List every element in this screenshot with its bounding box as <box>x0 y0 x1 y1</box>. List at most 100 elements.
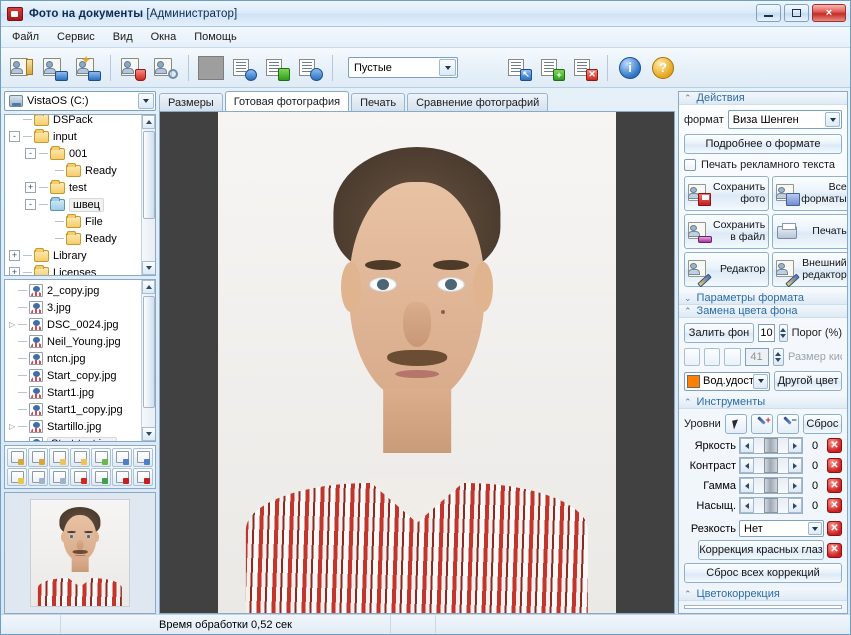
template-combo[interactable]: Пустые <box>348 57 458 78</box>
menu-item-view[interactable]: Вид <box>110 29 136 45</box>
tab-2[interactable]: Печать <box>351 93 405 111</box>
slider-reset-button[interactable]: ✕ <box>827 438 842 453</box>
list-item[interactable]: Start_copy.jpg <box>7 367 141 384</box>
editor-button[interactable]: Редактор <box>684 252 769 287</box>
tree-item[interactable]: +Licenses <box>7 264 141 276</box>
chevron-down-icon[interactable] <box>753 374 768 389</box>
save-to-file-button[interactable]: Сохранить в файл <box>684 214 769 249</box>
all-formats-button[interactable]: Все форматы <box>772 176 848 211</box>
tree-item[interactable]: Ready <box>7 162 141 179</box>
other-color-button[interactable]: Другой цвет <box>774 371 842 391</box>
photo-canvas[interactable] <box>159 111 675 614</box>
open-photo-button[interactable] <box>7 53 37 83</box>
section-header-bg-replace[interactable]: ⌃ Замена цвета фона <box>679 305 847 318</box>
brush-preset-3[interactable] <box>724 348 740 366</box>
chevron-down-icon[interactable] <box>138 93 154 109</box>
slider-right-arrow[interactable] <box>788 498 802 513</box>
tree-item[interactable]: +Library <box>7 247 141 264</box>
menu-item-help[interactable]: Помощь <box>191 29 240 45</box>
slider-left-arrow[interactable] <box>740 498 754 513</box>
folder-save-button[interactable] <box>70 448 90 467</box>
scroll-up-button[interactable] <box>142 280 155 294</box>
slider-left-arrow[interactable] <box>740 478 754 493</box>
add-row-button[interactable] <box>7 448 27 467</box>
eyedropper-minus-button[interactable]: − <box>777 414 799 434</box>
slider-thumb[interactable] <box>764 498 778 513</box>
sort-date-up-button[interactable] <box>133 468 153 487</box>
sharpness-reset-button[interactable]: ✕ <box>827 521 842 536</box>
search-photo-button[interactable] <box>151 53 181 83</box>
color-correction-field[interactable] <box>684 605 842 609</box>
slider-track[interactable] <box>739 457 803 474</box>
print-button[interactable]: Печать <box>772 214 848 249</box>
sort-date-down-button[interactable] <box>133 448 153 467</box>
eyedropper-plus-button[interactable]: + <box>751 414 773 434</box>
folder-open-button[interactable] <box>49 448 69 467</box>
list-settings-button[interactable] <box>229 53 259 83</box>
swap-button[interactable] <box>91 468 111 487</box>
brush-preset-2[interactable] <box>704 348 720 366</box>
chevron-down-icon[interactable] <box>808 522 822 535</box>
list-item[interactable]: Start1_copy.jpg <box>7 401 141 418</box>
folder-refresh-button[interactable] <box>91 448 111 467</box>
blank-button[interactable] <box>196 53 226 83</box>
redeye-reset-button[interactable]: ✕ <box>827 543 842 558</box>
sharpness-combo[interactable]: Нет <box>739 520 824 537</box>
list-remove-button[interactable]: ✕ <box>570 53 600 83</box>
threshold-stepper[interactable] <box>779 324 787 342</box>
levels-reset-button[interactable]: Сброс <box>803 414 842 434</box>
chevron-down-icon[interactable] <box>825 112 840 127</box>
tree-expander[interactable]: - <box>25 199 36 210</box>
reset-all-corrections-button[interactable]: Сброс всех коррекций <box>684 563 842 583</box>
list-item[interactable]: 2_copy.jpg <box>7 282 141 299</box>
capture-photo-button[interactable] <box>40 53 70 83</box>
tree-item[interactable]: -001 <box>7 145 141 162</box>
folder-tree[interactable]: DSPack-input-001Ready+test-швецFileReady… <box>4 114 156 276</box>
format-details-button[interactable]: Подробнее о формате <box>684 134 842 154</box>
delete-photo-button[interactable] <box>118 53 148 83</box>
tree-item[interactable]: -швец <box>7 196 141 213</box>
slider-right-arrow[interactable] <box>788 478 802 493</box>
tree-item[interactable]: -input <box>7 128 141 145</box>
new-photo-button[interactable]: ✦ <box>73 53 103 83</box>
sort-name-down-button[interactable] <box>112 448 132 467</box>
info-button[interactable]: i <box>615 53 645 83</box>
section-header-actions[interactable]: ⌃ Действия <box>679 92 847 105</box>
slider-thumb[interactable] <box>764 458 778 473</box>
menu-item-file[interactable]: Файл <box>9 29 42 45</box>
chevron-down-icon[interactable] <box>439 59 456 76</box>
list-select-button[interactable]: ↖ <box>504 53 534 83</box>
file-expander[interactable]: ▷ <box>9 320 18 329</box>
format-combo[interactable]: Виза Шенген <box>728 110 842 129</box>
slider-rail[interactable] <box>754 438 788 453</box>
save-photo-button[interactable]: Сохранить фото <box>684 176 769 211</box>
threshold-input[interactable]: 10 <box>758 324 775 342</box>
list-item[interactable]: ntcn.jpg <box>7 350 141 367</box>
slider-rail[interactable] <box>754 458 788 473</box>
drive-combo[interactable]: VistaOS (C:) <box>4 91 156 111</box>
list-item[interactable]: ▷DSC_0024.jpg <box>7 316 141 333</box>
slider-track[interactable] <box>739 497 803 514</box>
tab-0[interactable]: Размеры <box>159 93 223 111</box>
bg-color-combo[interactable]: Вод.удост.(н <box>684 372 770 391</box>
photo-preview[interactable] <box>4 492 156 614</box>
slider-reset-button[interactable]: ✕ <box>827 458 842 473</box>
slider-right-arrow[interactable] <box>788 458 802 473</box>
scroll-thumb[interactable] <box>143 296 155 408</box>
scroll-down-button[interactable] <box>142 427 156 441</box>
list-item[interactable]: Neil_Young.jpg <box>7 333 141 350</box>
tab-1[interactable]: Готовая фотография <box>225 91 349 111</box>
ad-text-checkbox[interactable] <box>684 159 696 171</box>
sort-name-up-button[interactable] <box>112 468 132 487</box>
slider-thumb[interactable] <box>764 478 778 493</box>
file-expander[interactable]: ▷ <box>9 422 18 431</box>
brush-preset-1[interactable] <box>684 348 700 366</box>
slider-left-arrow[interactable] <box>740 458 754 473</box>
brush-size-stepper[interactable] <box>773 348 784 366</box>
tab-3[interactable]: Сравнение фотографий <box>407 93 548 111</box>
file-list[interactable]: 2_copy.jpg3.jpg▷DSC_0024.jpgNeil_Young.j… <box>4 279 156 442</box>
slider-right-arrow[interactable] <box>788 438 802 453</box>
minimize-button[interactable] <box>756 4 781 22</box>
rename-button[interactable] <box>7 468 27 487</box>
remove-row-button[interactable] <box>28 448 48 467</box>
